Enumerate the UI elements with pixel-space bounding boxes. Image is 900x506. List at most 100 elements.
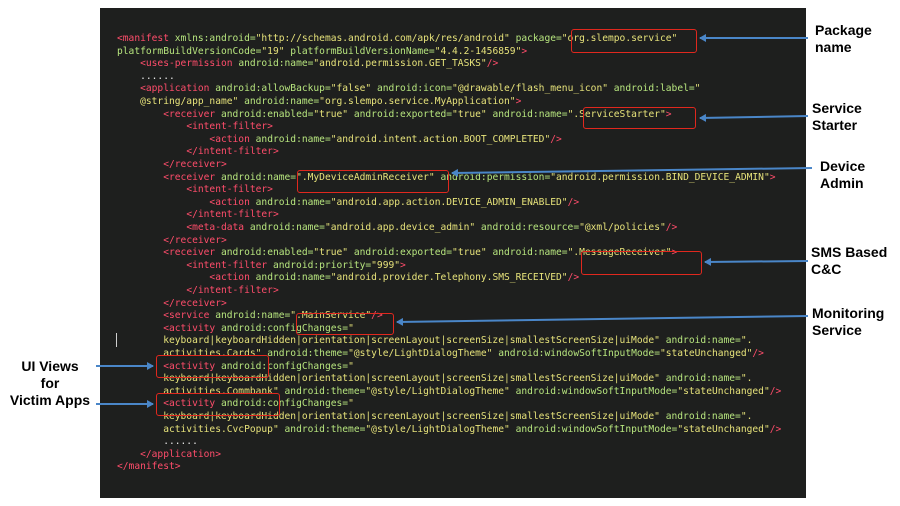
label-line: Service — [812, 322, 862, 338]
highlight-device-admin-receiver — [297, 170, 449, 193]
code-token: "19" — [261, 45, 291, 57]
code-token: "@style/LightDialogTheme" — [348, 348, 499, 359]
code-token: android:enabled= — [220, 108, 314, 120]
code-line: <action android:name="android.intent.act… — [117, 133, 562, 146]
code-token: platformBuildVersionCode= — [117, 45, 262, 57]
code-token: "stateUnchanged" — [659, 348, 753, 359]
code-token: </intent-filter> — [186, 209, 279, 221]
label-line: for — [40, 375, 60, 391]
code-line: </intent-filter> — [117, 209, 279, 221]
code-token: </application> — [140, 448, 221, 460]
code-token: "android.app.action.DEVICE_ADMIN_ENABLED… — [330, 196, 568, 208]
code-token: android:name= — [665, 373, 741, 385]
label-ui-views: UI Views for Victim Apps — [2, 358, 98, 409]
code-token: android:name= — [255, 272, 331, 284]
code-token: "android.permission.GET_TASKS" — [313, 58, 487, 70]
code-token: xmlns:android= — [174, 33, 256, 44]
code-token: "true" — [313, 247, 354, 259]
highlight-main-service — [296, 313, 394, 335]
code-token: android:windowSoftInputMode= — [515, 385, 678, 397]
label-line: name — [815, 39, 852, 55]
label-package-name: Package name — [815, 22, 872, 56]
code-line: ...... — [117, 71, 175, 83]
code-token: /> — [752, 348, 764, 359]
code-token: "stateUnchanged" — [677, 385, 770, 397]
code-token: android:name= — [665, 411, 741, 422]
highlight-package-name — [571, 29, 697, 53]
label-monitoring-service: Monitoring Service — [812, 305, 884, 339]
code-line: platformBuildVersionCode="19" platformBu… — [117, 46, 527, 58]
code-token: android:name= — [220, 171, 297, 183]
code-token: <receiver — [163, 247, 221, 259]
code-token: <meta-data — [186, 222, 250, 233]
code-line: <intent-filter> — [117, 121, 273, 133]
code-token: android:windowSoftInputMode= — [515, 423, 678, 435]
label-line: Victim Apps — [9, 392, 91, 408]
code-token: "999" — [371, 259, 401, 271]
label-device-admin: Device Admin — [820, 158, 865, 192]
code-token: /> — [567, 272, 580, 284]
code-token: "android.app.device_admin" — [324, 222, 481, 233]
label-line: Package — [815, 22, 872, 38]
code-token: ". — [740, 411, 753, 422]
code-token: /> — [550, 133, 562, 145]
code-token: package= — [515, 33, 562, 44]
code-token: </receiver> — [163, 159, 227, 170]
code-token: /> — [769, 385, 782, 397]
code-line: </manifest> — [117, 461, 181, 473]
code-line: </receiver> — [117, 298, 227, 310]
code-token: " — [694, 83, 701, 95]
label-line: Service — [812, 100, 862, 116]
code-token: "stateUnchanged" — [677, 423, 770, 435]
code-token: <service — [163, 310, 216, 322]
code-token: <application — [140, 83, 216, 95]
code-token: > — [515, 96, 522, 107]
code-token: android:name= — [492, 247, 568, 259]
code-token: "android.permission.BIND_DEVICE_ADMIN" — [550, 171, 770, 183]
code-token: </receiver> — [163, 297, 227, 309]
code-token: android:theme= — [267, 348, 349, 359]
code-token: "4.4.2-1456859" — [434, 45, 522, 57]
code-token: <action — [209, 133, 256, 145]
highlight-activity-commbank — [156, 393, 280, 416]
code-line: @string/app_name" android:name="org.slem… — [117, 96, 521, 108]
code-token: ...... — [117, 70, 175, 82]
code-token: "false" — [330, 83, 377, 95]
code-token: android:name= — [255, 133, 331, 145]
code-line: <action android:name="android.app.action… — [117, 197, 579, 209]
code-token: android:name= — [249, 222, 325, 233]
code-token: android:exported= — [353, 108, 453, 120]
label-line: SMS Based — [811, 244, 888, 260]
code-token: android:name= — [244, 96, 320, 107]
code-token: <intent-filter> — [186, 121, 273, 133]
code-token: android:name= — [255, 196, 331, 208]
code-token: > — [400, 259, 406, 271]
code-token: <receiver — [163, 108, 221, 120]
code-line: keyboard|keyboardHidden|orientation|scre… — [117, 335, 752, 347]
code-token: /> — [769, 423, 782, 435]
code-line: </receiver> — [117, 235, 227, 247]
code-token: <action — [209, 196, 256, 208]
highlight-service-starter — [583, 107, 696, 129]
highlight-activity-cards — [156, 355, 269, 378]
code-line: activities.CvcPopup" android:theme="@sty… — [117, 424, 781, 436]
code-line: </intent-filter> — [117, 146, 278, 158]
label-line: Device — [820, 158, 866, 174]
code-token: platformBuildVersionName= — [290, 45, 435, 57]
code-token: "true" — [452, 108, 493, 120]
code-token: "true" — [313, 108, 354, 120]
code-token: "android.provider.Telephony.SMS_RECEIVED… — [330, 272, 568, 284]
